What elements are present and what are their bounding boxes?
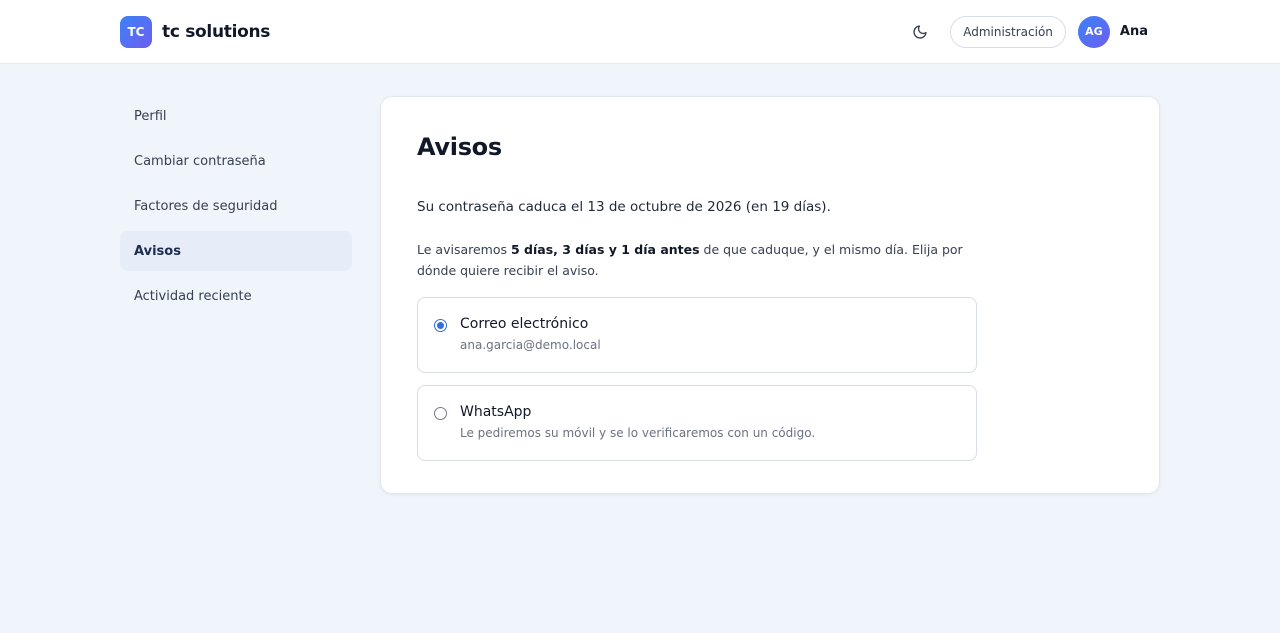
settings-sidebar: Perfil Cambiar contraseña Factores de se… xyxy=(120,96,352,494)
sidebar-item-factores-seguridad[interactable]: Factores de seguridad xyxy=(120,186,352,226)
option-whatsapp[interactable]: WhatsApp Le pediremos su móvil y se lo v… xyxy=(417,385,977,461)
sidebar-item-perfil[interactable]: Perfil xyxy=(120,96,352,136)
notice-channel-options: Correo electrónico ana.garcia@demo.local… xyxy=(417,297,977,461)
notice-description: Le avisaremos 5 días, 3 días y 1 día ant… xyxy=(417,239,977,281)
option-whatsapp-text: WhatsApp Le pediremos su móvil y se lo v… xyxy=(460,404,815,440)
page-layout: Perfil Cambiar contraseña Factores de se… xyxy=(0,64,1280,494)
moon-icon xyxy=(913,24,927,39)
admin-button[interactable]: Administración xyxy=(950,15,1066,48)
page-title: Avisos xyxy=(417,133,502,161)
notices-card: Avisos Su contraseña caduca el 13 de oct… xyxy=(380,96,1160,494)
top-actions: Administración AG Ana xyxy=(904,15,1148,48)
sidebar-item-actividad-reciente[interactable]: Actividad reciente xyxy=(120,276,352,316)
option-email-text: Correo electrónico ana.garcia@demo.local xyxy=(460,316,601,352)
theme-toggle-button[interactable] xyxy=(904,16,936,48)
brand[interactable]: TC tc solutions xyxy=(120,15,271,48)
brand-name: tc solutions xyxy=(162,21,271,42)
notice-schedule: 5 días, 3 días y 1 día antes xyxy=(510,242,700,257)
sidebar-item-cambiar-contrasena[interactable]: Cambiar contraseña xyxy=(120,141,352,181)
sidebar-item-avisos[interactable]: Avisos xyxy=(120,231,352,271)
top-bar: TC tc solutions Administración AG Ana xyxy=(0,0,1280,64)
option-email-title: Correo electrónico xyxy=(460,316,589,332)
password-expiry-text: Su contraseña caduca el 13 de octubre de… xyxy=(417,199,831,215)
option-whatsapp-subtitle: Le pediremos su móvil y se lo verificare… xyxy=(460,426,816,440)
user-name: Ana xyxy=(1119,24,1148,39)
user-menu[interactable]: AG Ana xyxy=(1077,15,1148,48)
option-email[interactable]: Correo electrónico ana.garcia@demo.local xyxy=(417,297,977,373)
email-radio[interactable] xyxy=(434,319,447,332)
avatar: AG xyxy=(1077,15,1110,48)
option-whatsapp-title: WhatsApp xyxy=(460,404,532,420)
option-email-subtitle: ana.garcia@demo.local xyxy=(460,338,601,352)
notice-prefix: Le avisaremos xyxy=(417,242,511,257)
whatsapp-radio[interactable] xyxy=(434,407,447,420)
brand-logo: TC xyxy=(120,15,152,48)
